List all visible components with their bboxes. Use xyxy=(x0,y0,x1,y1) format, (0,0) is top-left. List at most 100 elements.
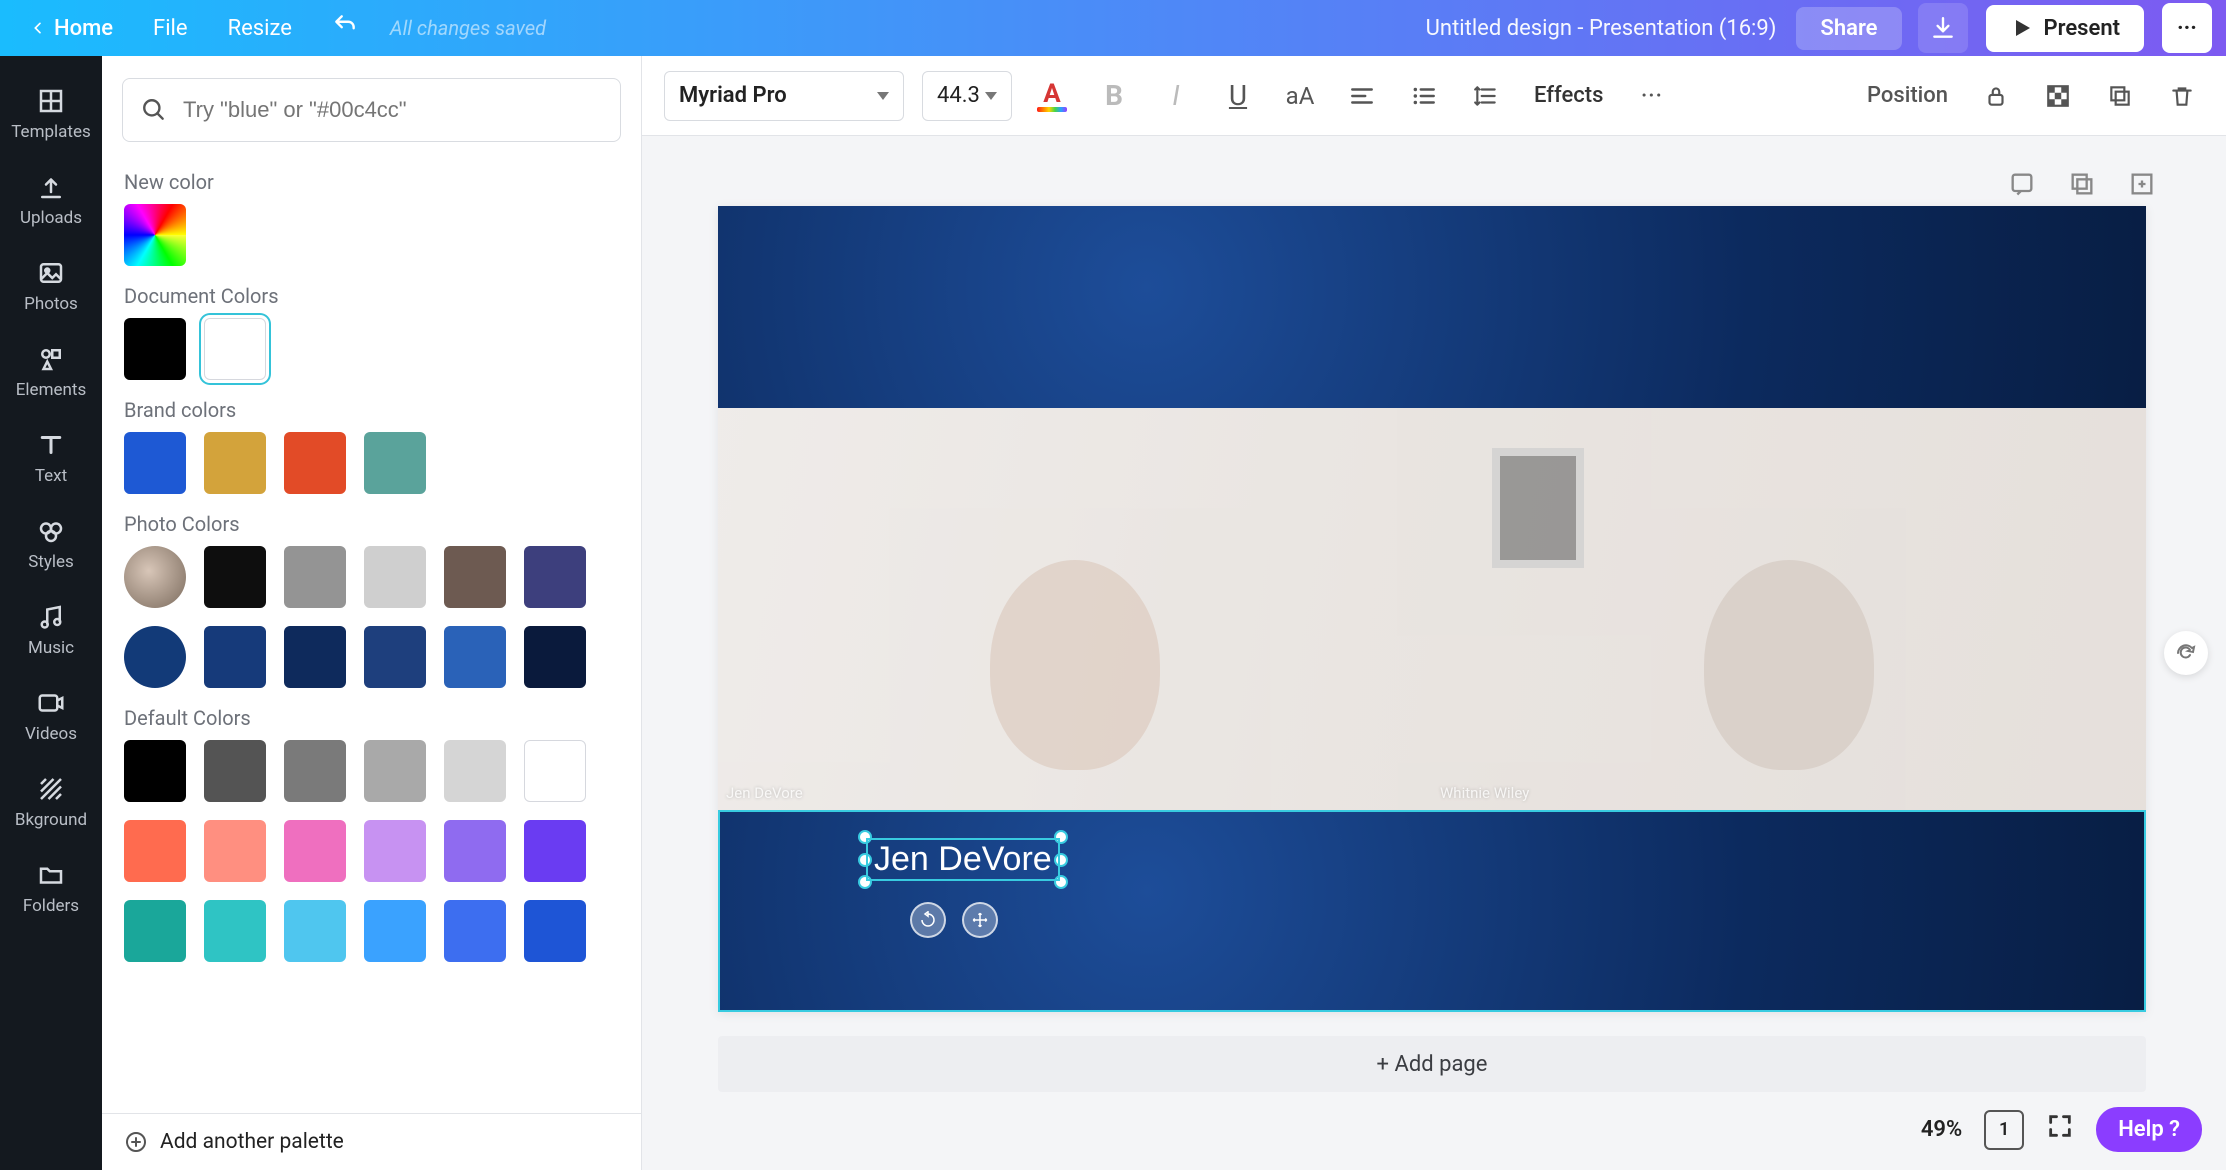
search-input[interactable] xyxy=(181,96,602,124)
bold-button[interactable]: B xyxy=(1092,73,1136,119)
color-swatch[interactable] xyxy=(284,740,346,802)
color-swatch[interactable] xyxy=(124,900,186,962)
color-swatch[interactable] xyxy=(124,626,186,688)
canvas-area[interactable]: Jen DeVore Whitnie Wiley Jen DeVore xyxy=(642,136,2226,1170)
color-swatch[interactable] xyxy=(204,740,266,802)
color-swatch[interactable] xyxy=(204,432,266,494)
color-swatch[interactable] xyxy=(524,546,586,608)
text-case-button[interactable]: aA xyxy=(1278,73,1322,119)
rail-photos[interactable]: Photos xyxy=(0,244,102,328)
rail-uploads[interactable]: Uploads xyxy=(0,158,102,242)
color-swatch[interactable] xyxy=(444,546,506,608)
align-button[interactable] xyxy=(1340,73,1384,119)
rotate-handle[interactable] xyxy=(910,902,946,938)
spacing-button[interactable] xyxy=(1464,73,1508,119)
resize-handle[interactable] xyxy=(1054,875,1068,889)
download-button[interactable] xyxy=(1918,3,1968,53)
color-swatch[interactable] xyxy=(284,432,346,494)
duplicate-page-button[interactable] xyxy=(2064,166,2100,202)
rail-folders[interactable]: Folders xyxy=(0,846,102,930)
effects-button[interactable]: Effects xyxy=(1526,73,1611,119)
resize-handle[interactable] xyxy=(858,853,872,867)
bottom-blue-bar[interactable]: Jen DeVore xyxy=(718,810,2146,1012)
resize-handle[interactable] xyxy=(858,875,872,889)
resize-handle[interactable] xyxy=(1054,853,1068,867)
position-button[interactable]: Position xyxy=(1859,73,1956,119)
delete-button[interactable] xyxy=(2160,73,2204,119)
more-toolbar-button[interactable]: ··· xyxy=(1629,73,1673,119)
video-screenshot[interactable]: Jen DeVore Whitnie Wiley xyxy=(718,408,2146,810)
font-size-select[interactable]: 44.3 xyxy=(922,71,1012,121)
color-swatch[interactable] xyxy=(364,740,426,802)
color-swatch[interactable] xyxy=(284,820,346,882)
resize-menu[interactable]: Resize xyxy=(212,10,308,47)
transparency-button[interactable] xyxy=(2036,73,2080,119)
add-page-bar[interactable]: + Add page xyxy=(718,1036,2146,1092)
home-link[interactable]: Home xyxy=(14,10,129,47)
color-swatch[interactable] xyxy=(204,546,266,608)
color-swatch[interactable] xyxy=(364,900,426,962)
document-title[interactable]: Untitled design - Presentation (16:9) xyxy=(1426,16,1777,41)
resize-handle[interactable] xyxy=(1054,830,1068,844)
fullscreen-button[interactable] xyxy=(2046,1112,2074,1147)
italic-button[interactable]: I xyxy=(1154,73,1198,119)
rail-background[interactable]: Bkground xyxy=(0,760,102,844)
copy-button[interactable] xyxy=(2098,73,2142,119)
text-element-selected[interactable]: Jen DeVore xyxy=(868,840,1058,879)
color-swatch[interactable] xyxy=(204,626,266,688)
color-swatch[interactable] xyxy=(124,740,186,802)
color-swatch[interactable] xyxy=(124,432,186,494)
rail-elements[interactable]: Elements xyxy=(0,330,102,414)
color-swatch[interactable] xyxy=(284,546,346,608)
color-swatch[interactable] xyxy=(524,820,586,882)
rail-label: Bkground xyxy=(15,810,87,830)
resize-handle[interactable] xyxy=(858,830,872,844)
rail-text[interactable]: Text xyxy=(0,416,102,500)
color-swatch[interactable] xyxy=(444,626,506,688)
color-swatch[interactable] xyxy=(284,626,346,688)
color-swatch[interactable] xyxy=(204,820,266,882)
color-swatch[interactable] xyxy=(524,900,586,962)
color-swatch[interactable] xyxy=(124,546,186,608)
rail-videos[interactable]: Videos xyxy=(0,674,102,758)
undo-button[interactable] xyxy=(316,6,374,50)
top-blue-bar[interactable] xyxy=(718,206,2146,408)
help-button[interactable]: Help ? xyxy=(2096,1107,2202,1152)
text-color-button[interactable]: A xyxy=(1030,73,1074,119)
color-swatch[interactable] xyxy=(364,432,426,494)
color-swatch[interactable] xyxy=(364,626,426,688)
font-family-select[interactable]: Myriad Pro xyxy=(664,71,904,121)
add-page-button[interactable] xyxy=(2124,166,2160,202)
color-swatch[interactable] xyxy=(524,626,586,688)
rail-music[interactable]: Music xyxy=(0,588,102,672)
file-menu[interactable]: File xyxy=(137,10,204,47)
share-button[interactable]: Share xyxy=(1796,7,1901,50)
lock-button[interactable] xyxy=(1974,73,2018,119)
color-swatch[interactable] xyxy=(364,820,426,882)
underline-button[interactable]: U xyxy=(1216,73,1260,119)
rail-templates[interactable]: Templates xyxy=(0,72,102,156)
color-swatch[interactable] xyxy=(524,740,586,802)
move-handle[interactable] xyxy=(962,902,998,938)
slide[interactable]: Jen DeVore Whitnie Wiley Jen DeVore xyxy=(718,206,2146,1012)
present-button[interactable]: Present xyxy=(1986,5,2145,52)
color-swatch[interactable] xyxy=(444,820,506,882)
color-swatch[interactable] xyxy=(444,900,506,962)
color-swatch[interactable] xyxy=(284,900,346,962)
color-swatch[interactable] xyxy=(444,740,506,802)
notes-button[interactable] xyxy=(2004,166,2040,202)
rail-styles[interactable]: Styles xyxy=(0,502,102,586)
color-search[interactable] xyxy=(122,78,621,142)
new-color-picker[interactable] xyxy=(124,204,186,266)
color-swatch[interactable] xyxy=(204,318,266,380)
zoom-level[interactable]: 49% xyxy=(1921,1117,1962,1142)
refresh-button[interactable] xyxy=(2164,631,2208,675)
color-swatch[interactable] xyxy=(124,318,186,380)
more-button[interactable]: ··· xyxy=(2162,3,2212,53)
list-button[interactable] xyxy=(1402,73,1446,119)
color-swatch[interactable] xyxy=(364,546,426,608)
add-palette-button[interactable]: Add another palette xyxy=(102,1113,641,1170)
color-swatch[interactable] xyxy=(204,900,266,962)
page-number[interactable]: 1 xyxy=(1984,1110,2024,1150)
color-swatch[interactable] xyxy=(124,820,186,882)
